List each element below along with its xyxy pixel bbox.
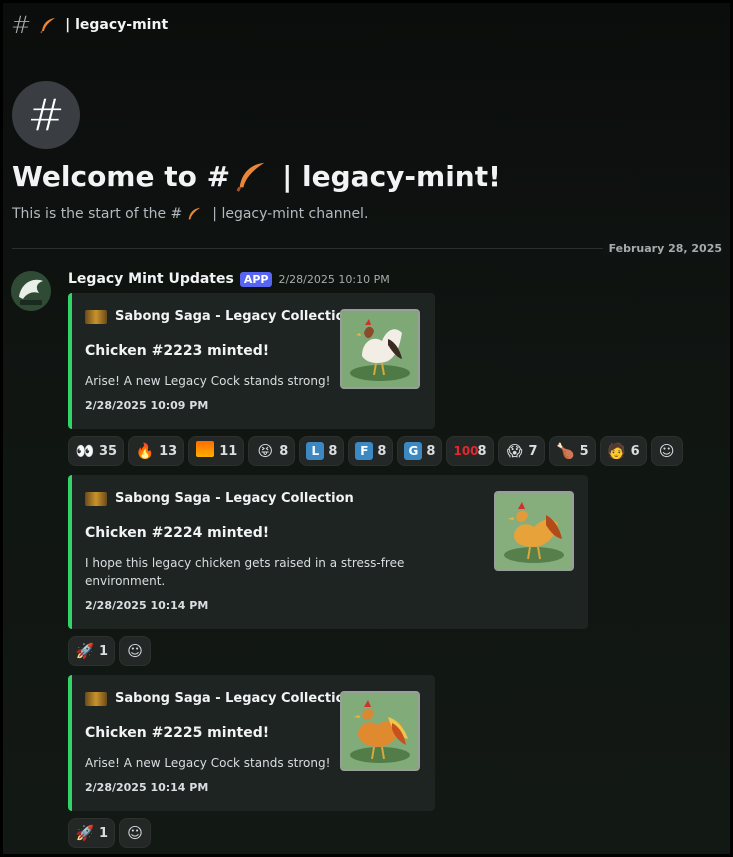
reaction-count: 1	[99, 643, 109, 659]
embed-title: Chicken #2223 minted!	[85, 343, 270, 359]
fire-hand-emoji-icon: 🔥	[135, 442, 155, 460]
shocked-face-emoji-icon: 😱	[506, 442, 523, 460]
embed-timestamp: 2/28/2025 10:09 PM	[85, 399, 209, 412]
chicken-thumbnail[interactable]	[340, 309, 420, 389]
embed-provider-name[interactable]: Sabong Saga - Legacy Collection	[115, 691, 354, 706]
reaction-count: 35	[99, 443, 118, 459]
avatar[interactable]	[11, 271, 51, 311]
reaction-count: 11	[219, 443, 238, 459]
reaction-count: 5	[579, 443, 589, 459]
embed-title: Chicken #2224 minted!	[85, 525, 270, 541]
reaction-count: 8	[328, 443, 338, 459]
app-tag: APP	[239, 271, 273, 287]
chicken-leg-emoji-icon: 🍗	[556, 442, 575, 460]
farmer-emoji-icon: 🧑	[607, 442, 626, 460]
embed-card: Sabong Saga - Legacy Collection Chicken …	[68, 293, 435, 429]
embed-timestamp: 2/28/2025 10:14 PM	[85, 781, 209, 794]
reaction-hundred[interactable]: 100 8	[446, 436, 494, 466]
embed-provider-name[interactable]: Sabong Saga - Legacy Collection	[115, 309, 354, 324]
message-timestamp[interactable]: 2/28/2025 10:10 PM	[278, 273, 389, 286]
channel-header: # | legacy-mint	[11, 11, 168, 39]
reaction-letter-g[interactable]: G8	[397, 436, 443, 466]
hash-icon: #	[11, 11, 32, 39]
embed-provider: Sabong Saga - Legacy Collection	[85, 491, 354, 506]
reaction-farmer[interactable]: 🧑 6	[599, 436, 647, 466]
add-reaction-button[interactable]: ☺	[119, 818, 152, 848]
welcome-title-prefix: Welcome to #	[12, 159, 231, 193]
embed-card: Sabong Saga - Legacy Collection Chicken …	[68, 675, 435, 811]
embed-card: Sabong Saga - Legacy Collection Chicken …	[68, 475, 588, 629]
feather-icon	[188, 207, 201, 220]
reaction-count: 6	[630, 443, 640, 459]
reaction-rocket[interactable]: 🚀 1	[68, 818, 116, 848]
embed-description: Arise! A new Legacy Cock stands strong!	[85, 756, 331, 770]
reaction-bar: 🚀 1 ☺	[68, 636, 152, 666]
embed-provider: Sabong Saga - Legacy Collection	[85, 309, 354, 324]
reaction-count: 8	[426, 443, 436, 459]
reaction-eyes[interactable]: 👀 35	[68, 436, 125, 466]
laughing-face-emoji-icon: 😝	[257, 442, 274, 460]
welcome-title: Welcome to # | legacy-mint!	[12, 159, 501, 193]
embed-title: Chicken #2225 minted!	[85, 725, 270, 741]
sabong-saga-logo-icon	[85, 691, 107, 706]
burning-box-emoji-icon	[195, 441, 215, 461]
channel-hash-icon: #	[12, 81, 80, 149]
chicken-thumbnail[interactable]	[494, 491, 574, 571]
embed-description: Arise! A new Legacy Cock stands strong!	[85, 374, 331, 388]
embed-description: I hope this legacy chicken gets raised i…	[85, 556, 405, 588]
letter-g-emoji-icon: G	[404, 442, 423, 460]
author-name[interactable]: Legacy Mint Updates	[68, 271, 234, 287]
feather-icon	[236, 162, 265, 192]
add-reaction-button[interactable]: ☺	[650, 436, 683, 466]
smiley-add-icon: ☺	[127, 824, 143, 842]
add-reaction-button[interactable]: ☺	[119, 636, 152, 666]
reaction-rocket[interactable]: 🚀 1	[68, 636, 116, 666]
reaction-burning-box[interactable]: 11	[188, 436, 245, 466]
reaction-chicken-leg[interactable]: 🍗 5	[548, 436, 596, 466]
rocket-emoji-icon: 🚀	[75, 824, 95, 842]
reaction-count: 1	[99, 825, 109, 841]
embed-provider: Sabong Saga - Legacy Collection	[85, 691, 354, 706]
welcome-subtitle: This is the start of the # | legacy-mint…	[12, 206, 368, 222]
reaction-shocked-face[interactable]: 😱 7	[497, 436, 545, 466]
reaction-count: 13	[159, 443, 178, 459]
reaction-letter-l[interactable]: L8	[299, 436, 345, 466]
embed-provider-name[interactable]: Sabong Saga - Legacy Collection	[115, 491, 354, 506]
feather-icon	[40, 18, 56, 34]
sabong-saga-logo-icon	[85, 491, 107, 506]
rocket-emoji-icon: 🚀	[75, 642, 95, 660]
welcome-sub-prefix: This is the start of the #	[12, 206, 183, 222]
embed-timestamp: 2/28/2025 10:14 PM	[85, 599, 209, 612]
chicken-thumbnail[interactable]	[340, 691, 420, 771]
message-header: Legacy Mint Updates APP 2/28/2025 10:10 …	[68, 271, 390, 287]
reaction-bar: 🚀 1 ☺	[68, 818, 152, 848]
reaction-laughing-face[interactable]: 😝 8	[248, 436, 296, 466]
hundred-emoji-icon: 100	[453, 444, 479, 458]
reaction-fire-hand[interactable]: 🔥 13	[128, 436, 185, 466]
letter-f-emoji-icon: F	[355, 442, 374, 460]
reaction-count: 8	[279, 443, 289, 459]
legacy-logo-icon	[11, 271, 51, 311]
smiley-add-icon: ☺	[127, 642, 143, 660]
chat-window: # | legacy-mint # Welcome to # | legacy-…	[3, 3, 730, 854]
date-divider-label: February 28, 2025	[602, 242, 722, 255]
welcome-title-suffix: | legacy-mint!	[282, 159, 501, 193]
sabong-saga-logo-icon	[85, 309, 107, 324]
smiley-add-icon: ☺	[658, 442, 675, 460]
channel-name[interactable]: | legacy-mint	[65, 17, 168, 33]
eyes-emoji-icon: 👀	[75, 442, 95, 460]
letter-l-emoji-icon: L	[306, 442, 325, 460]
welcome-sub-suffix: | legacy-mint channel.	[212, 206, 369, 222]
reaction-bar: 👀 35 🔥 13 11 😝 8 L8 F8 G8 100 8 😱 7 🍗 5 🧑 6 ☺	[68, 436, 683, 466]
reaction-count: 8	[477, 443, 487, 459]
reaction-count: 8	[377, 443, 387, 459]
reaction-count: 7	[528, 443, 538, 459]
reaction-letter-f[interactable]: F8	[348, 436, 394, 466]
